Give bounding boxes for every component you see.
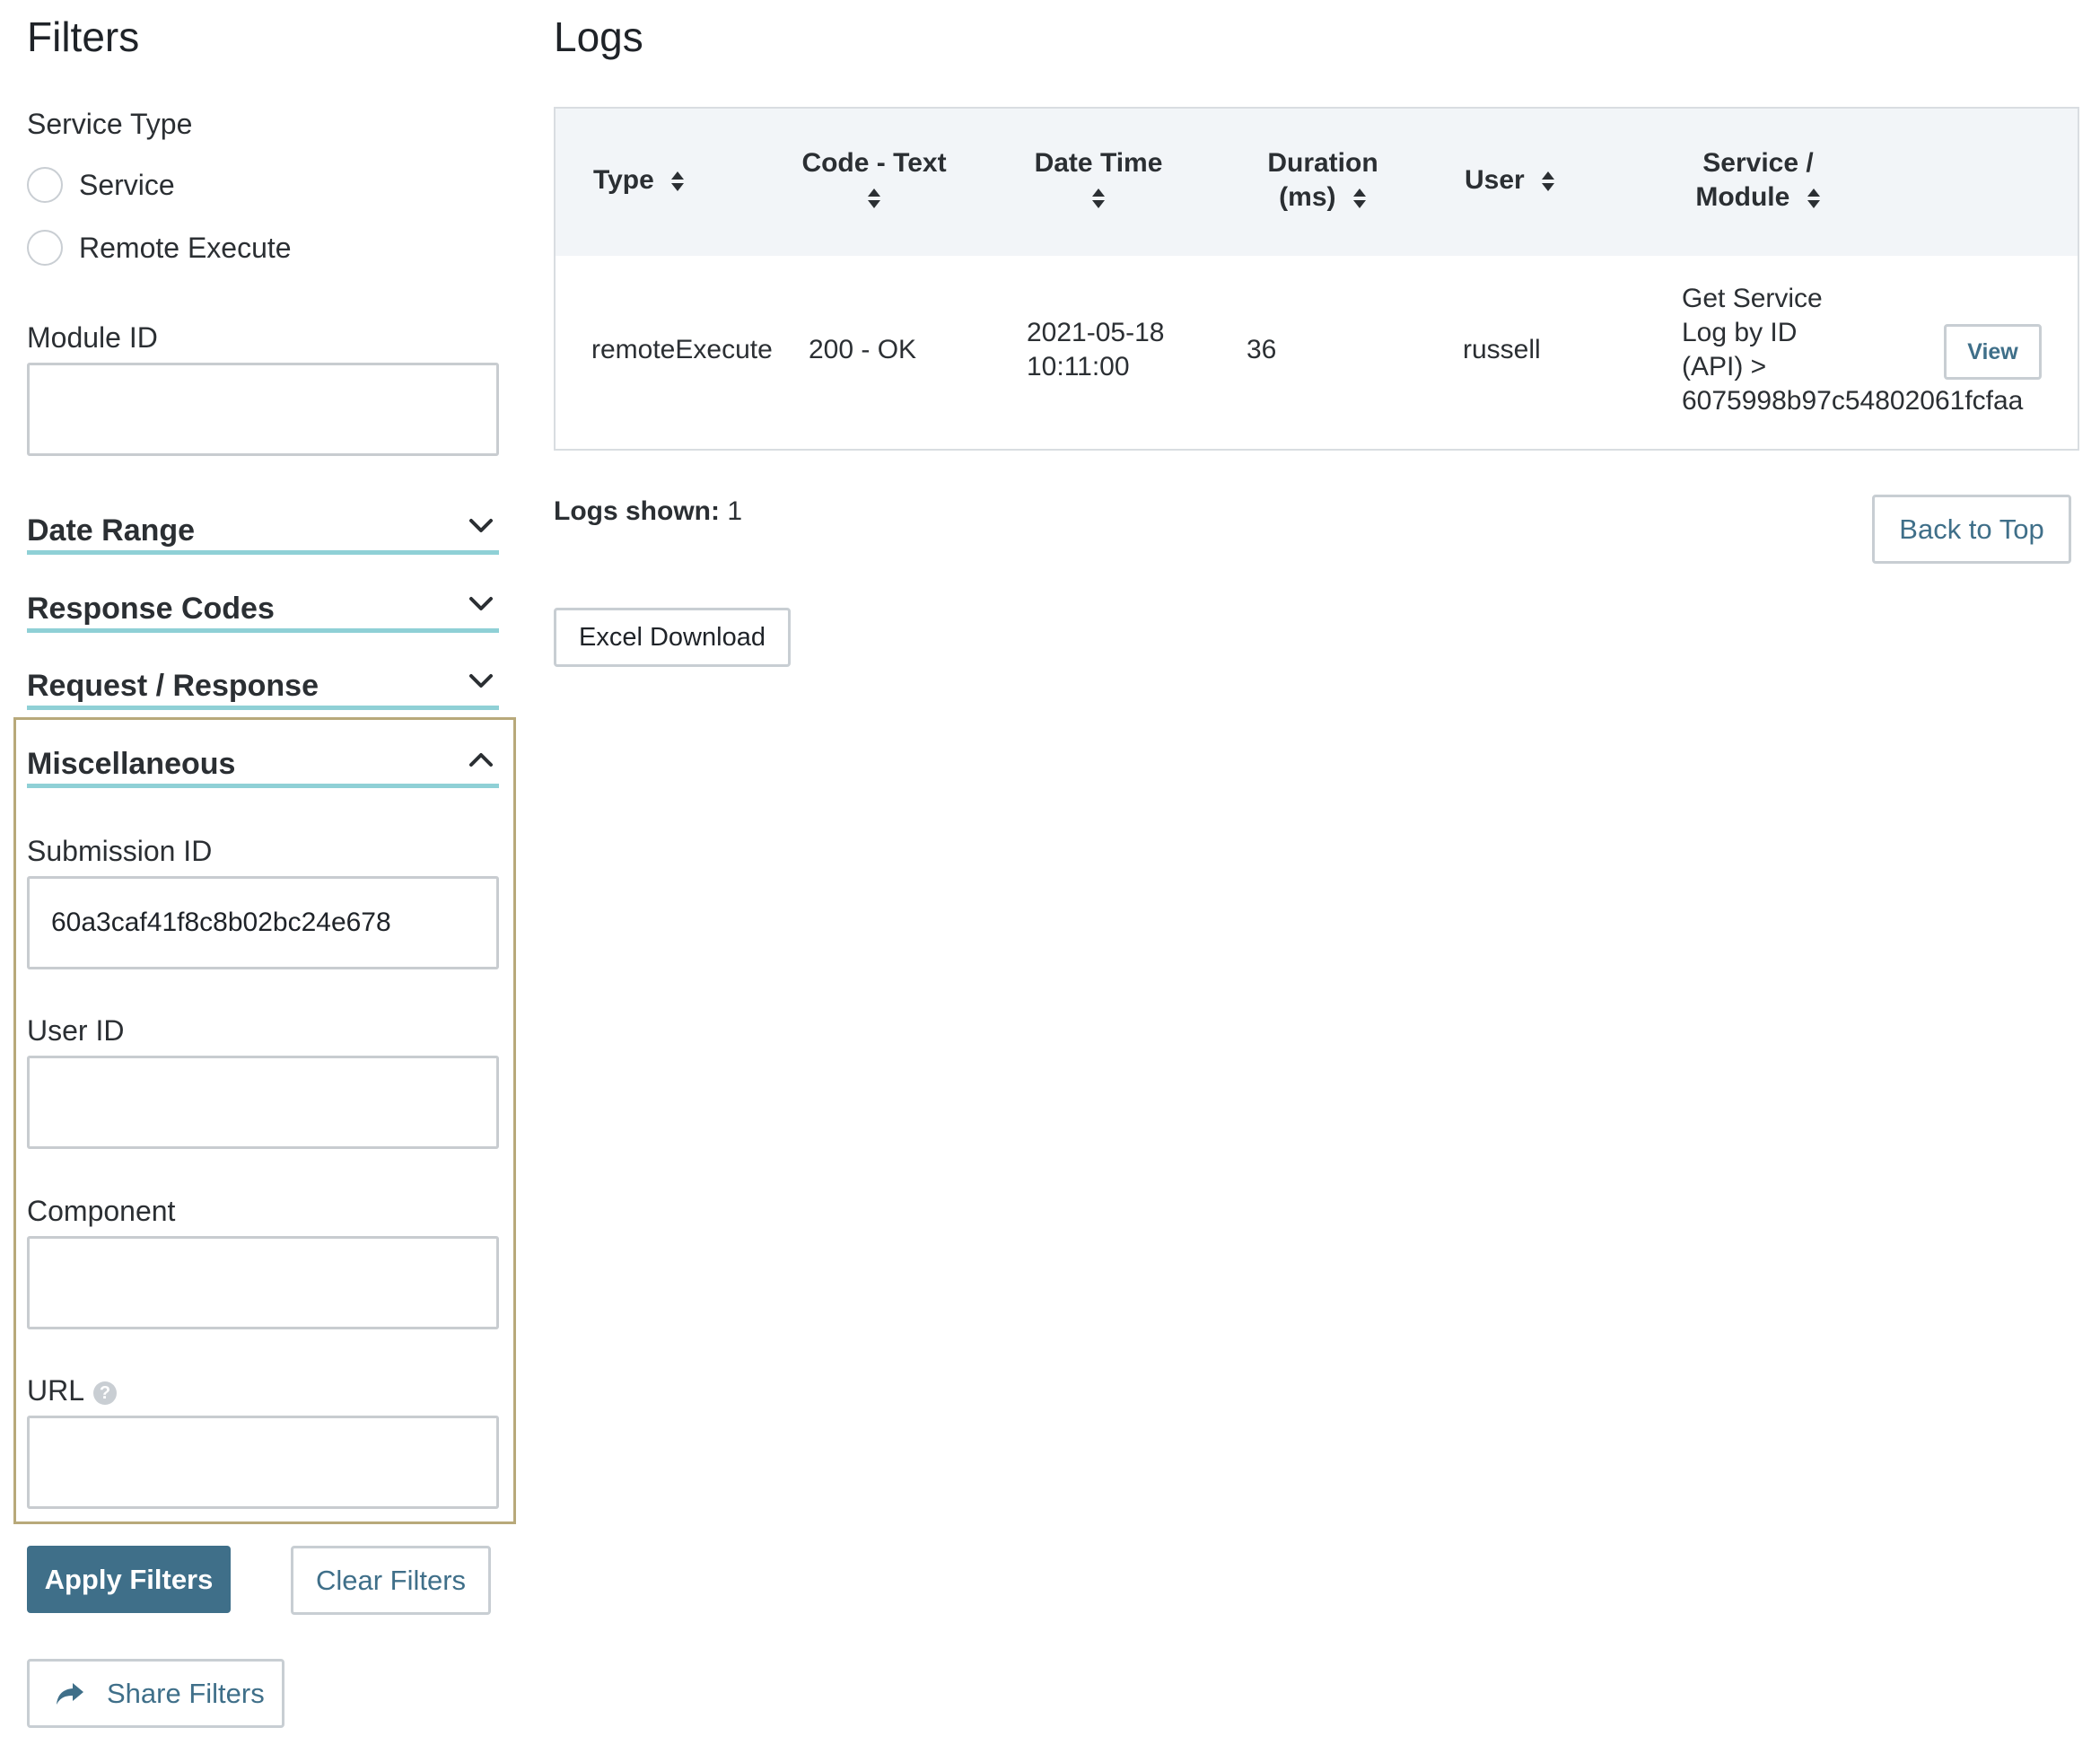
accordion-response-codes[interactable]: Response Codes [27, 579, 499, 633]
radio-circle[interactable] [27, 230, 63, 266]
radio-remote-execute[interactable]: Remote Execute [27, 230, 292, 266]
sort-icon [868, 189, 880, 209]
column-label: (ms) [1279, 182, 1336, 212]
cell-date: 2021-05-18 [1027, 318, 1165, 347]
chevron-down-icon [469, 674, 493, 688]
share-filters-button[interactable]: Share Filters [27, 1659, 284, 1728]
sort-icon [1092, 189, 1105, 209]
cell-date-time: 2021-05-18 10:11:00 [1027, 316, 1164, 384]
service-line: Log by ID [1682, 318, 1798, 347]
excel-download-button[interactable]: Excel Download [554, 608, 791, 667]
column-label: Module [1695, 182, 1790, 212]
url-label-row: URL? [27, 1374, 118, 1407]
logs-title: Logs [554, 13, 643, 60]
accordion-title: Date Range [27, 513, 196, 548]
service-line: (API) > [1682, 352, 1767, 381]
clear-filters-button[interactable]: Clear Filters [291, 1546, 491, 1615]
table-header: Type Code - Text Date Time Duration (ms)… [556, 109, 2078, 256]
submission-id-input[interactable]: 60a3caf41f8c8b02bc24e678 [27, 876, 499, 969]
logs-shown-count: 1 [727, 496, 743, 526]
logs-table: Type Code - Text Date Time Duration (ms)… [554, 107, 2079, 451]
radio-circle[interactable] [27, 167, 63, 203]
cell-user: russell [1463, 335, 1541, 364]
cell-type: remoteExecute [591, 335, 773, 364]
column-label: Service / [1702, 148, 1814, 178]
share-filters-label: Share Filters [107, 1677, 265, 1709]
cell-time: 10:11:00 [1027, 352, 1130, 381]
user-id-input[interactable] [27, 1056, 499, 1149]
logs-shown-summary: Logs shown: 1 [554, 496, 742, 527]
column-header-date-time[interactable]: Date Time [1013, 146, 1184, 215]
accordion-title: Miscellaneous [27, 747, 236, 781]
accordion-date-range[interactable]: Date Range [27, 501, 499, 555]
user-id-label: User ID [27, 1014, 125, 1047]
accordion-title: Response Codes [27, 592, 275, 626]
radio-service[interactable]: Service [27, 167, 175, 203]
column-label: User [1465, 165, 1525, 195]
sort-icon [1807, 189, 1820, 209]
question-circle-icon[interactable]: ? [93, 1381, 118, 1405]
view-button[interactable]: View [1944, 324, 2042, 380]
column-header-type[interactable]: Type [593, 163, 685, 197]
module-id-label: Module ID [27, 321, 158, 354]
radio-label-service: Service [79, 168, 175, 201]
url-label: URL [27, 1374, 85, 1407]
cell-code-text: 200 - OK [809, 335, 917, 364]
submission-id-label: Submission ID [27, 835, 213, 867]
component-input[interactable] [27, 1236, 499, 1329]
accordion-request-response[interactable]: Request / Response [27, 656, 499, 710]
column-header-service-module[interactable]: Service / Module [1668, 146, 1848, 215]
column-header-user[interactable]: User [1465, 163, 1555, 197]
column-header-duration[interactable]: Duration (ms) [1247, 146, 1399, 215]
sort-icon [1542, 171, 1555, 192]
module-id-input[interactable] [27, 363, 499, 456]
column-label: Duration [1267, 148, 1378, 178]
share-icon [57, 1682, 83, 1705]
apply-filters-button[interactable]: Apply Filters [27, 1546, 231, 1613]
sort-icon [671, 171, 685, 192]
chevron-down-icon [469, 519, 493, 532]
service-type-label: Service Type [27, 108, 193, 140]
service-line: Get Service [1682, 284, 1823, 313]
column-label: Date Time [1034, 148, 1163, 178]
column-label: Type [593, 165, 654, 195]
accordion-miscellaneous[interactable]: Miscellaneous [27, 734, 499, 788]
url-input[interactable] [27, 1416, 499, 1509]
back-to-top-button[interactable]: Back to Top [1872, 495, 2071, 564]
cell-duration: 36 [1247, 335, 1277, 364]
filters-title: Filters [27, 13, 140, 60]
chevron-down-icon [469, 597, 493, 610]
service-line: 6075998b97c54802061fcfaa [1682, 386, 2024, 416]
chevron-up-icon [469, 753, 493, 767]
column-label: Code - Text [801, 148, 947, 178]
column-header-code-text[interactable]: Code - Text [784, 146, 964, 215]
radio-label-remote-execute: Remote Execute [79, 231, 292, 264]
logs-shown-label: Logs shown: [554, 496, 720, 526]
component-label: Component [27, 1195, 176, 1227]
accordion-title: Request / Response [27, 669, 319, 703]
sort-icon [1352, 189, 1366, 209]
